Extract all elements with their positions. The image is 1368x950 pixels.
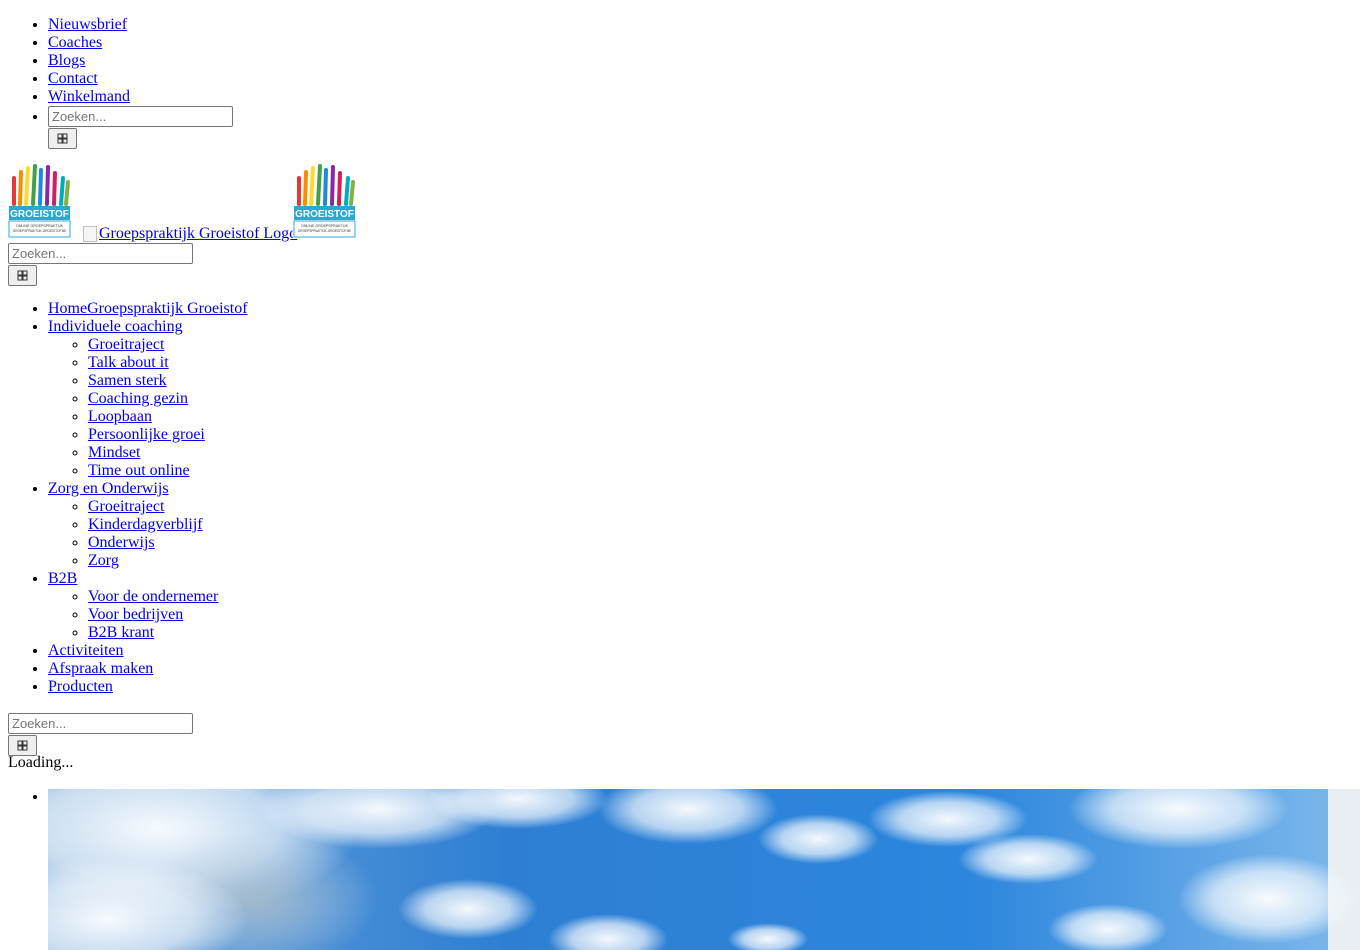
svg-text:ONLINE GROEPSPRAKTIJK: ONLINE GROEPSPRAKTIJK	[301, 224, 349, 228]
submenu-item: Mindset	[88, 444, 648, 462]
coaching-gezin-link[interactable]: Coaching gezin	[88, 390, 188, 408]
svg-text:ONLINE GROEPSPRAKTIJK: ONLINE GROEPSPRAKTIJK	[16, 224, 64, 228]
home-title-label: Groepspraktijk Groeistof	[87, 300, 248, 317]
main-nav-item-zorg-en-onderwijs: Zorg en Onderwijs Groeitraject Kinderdag…	[48, 480, 648, 570]
search-icon	[17, 740, 28, 751]
persoonlijke-groei-link[interactable]: Persoonlijke groei	[88, 426, 205, 444]
svg-text:GROEPSPRAKTIJK-GROEISTOF.BE: GROEPSPRAKTIJK-GROEISTOF.BE	[298, 229, 351, 233]
svg-text:GROEISTOF: GROEISTOF	[295, 209, 354, 220]
submenu-item: Coaching gezin	[88, 390, 648, 408]
top-nav-item-contact: Contact	[48, 70, 648, 88]
nav-search	[8, 713, 193, 756]
submenu-item: Kinderdagverblijf	[88, 516, 648, 534]
top-nav-item-blogs: Blogs	[48, 52, 648, 70]
main-nav-item-b2b: B2B Voor de ondernemer Voor bedrijven B2…	[48, 570, 648, 642]
individuele-coaching-submenu: Groeitraject Talk about it Samen sterk C…	[48, 336, 648, 480]
b2b-link[interactable]: B2B	[48, 570, 77, 588]
top-nav-item-winkelmand: Winkelmand	[48, 88, 648, 106]
nieuwsbrief-link[interactable]: Nieuwsbrief	[48, 16, 127, 33]
submenu-item: Onderwijs	[88, 534, 648, 552]
hero-slider	[48, 789, 1360, 950]
b2b-submenu: Voor de ondernemer Voor bedrijven B2B kr…	[48, 588, 648, 642]
producten-link[interactable]: Producten	[48, 678, 113, 696]
main-nav: HomeGroepspraktijk Groeistof Individuele…	[48, 300, 648, 696]
header-search-input[interactable]	[8, 243, 193, 264]
individuele-coaching-link[interactable]: Individuele coaching	[48, 318, 183, 336]
home-label: Home	[48, 300, 88, 317]
logo-row: GROEISTOF ONLINE GROEPSPRAKTIJK GROEPSPR…	[8, 164, 408, 243]
activiteiten-link[interactable]: Activiteiten	[48, 642, 124, 660]
top-nav-item-coaches: Coaches	[48, 34, 648, 52]
voor-bedrijven-link[interactable]: Voor bedrijven	[88, 606, 183, 624]
zorg-link[interactable]: Zorg	[88, 552, 119, 570]
zorg-en-onderwijs-submenu: Groeitraject Kinderdagverblijf Onderwijs…	[48, 498, 648, 570]
nav-search-input[interactable]	[8, 713, 193, 734]
time-out-online-link[interactable]: Time out online	[88, 462, 190, 480]
mindset-link[interactable]: Mindset	[88, 444, 140, 462]
top-search-button[interactable]	[48, 128, 77, 149]
nav-search-button[interactable]	[8, 735, 37, 756]
afspraak-maken-link[interactable]: Afspraak maken	[48, 660, 153, 678]
header-search-button[interactable]	[8, 265, 37, 286]
submenu-item: Voor bedrijven	[88, 606, 648, 624]
logo-image-link[interactable]: Groepspraktijk Groeistof Logo	[83, 225, 297, 243]
submenu-item: Loopbaan	[88, 408, 648, 426]
header-search	[8, 243, 193, 286]
main-nav-item-producten: Producten	[48, 678, 648, 696]
samen-sterk-link[interactable]: Samen sterk	[88, 372, 167, 390]
submenu-item: Voor de ondernemer	[88, 588, 648, 606]
coaches-link[interactable]: Coaches	[48, 34, 102, 51]
top-search-input[interactable]	[48, 106, 233, 127]
search-icon	[17, 270, 28, 281]
blogs-link[interactable]: Blogs	[48, 52, 85, 69]
submenu-item: Samen sterk	[88, 372, 648, 390]
onderwijs-link[interactable]: Onderwijs	[88, 534, 155, 552]
main-nav-item-afspraak-maken: Afspraak maken	[48, 660, 648, 678]
kinderdagverblijf-link[interactable]: Kinderdagverblijf	[88, 516, 203, 534]
groeistof-logo-icon: GROEISTOF ONLINE GROEPSPRAKTIJK GROEPSPR…	[8, 164, 71, 238]
loopbaan-link[interactable]: Loopbaan	[88, 408, 152, 426]
logo-alt-text: Groepspraktijk Groeistof Logo	[99, 225, 298, 242]
contact-link[interactable]: Contact	[48, 70, 98, 87]
submenu-item: Persoonlijke groei	[88, 426, 648, 444]
submenu-item: Groeitraject	[88, 336, 648, 354]
submenu-item: B2B krant	[88, 624, 648, 642]
b2b-krant-link[interactable]: B2B krant	[88, 624, 154, 642]
svg-text:GROEPSPRAKTIJK-GROEISTOF.BE: GROEPSPRAKTIJK-GROEISTOF.BE	[13, 229, 66, 233]
winkelmand-link[interactable]: Winkelmand	[48, 88, 130, 105]
zorg-en-onderwijs-link[interactable]: Zorg en Onderwijs	[48, 480, 169, 498]
search-icon	[57, 133, 68, 144]
home-link[interactable]: HomeGroepspraktijk Groeistof	[48, 300, 248, 318]
submenu-item: Zorg	[88, 552, 648, 570]
top-nav: Nieuwsbrief Coaches Blogs Contact Winkel…	[48, 16, 648, 149]
submenu-item: Time out online	[88, 462, 648, 480]
top-nav-item-nieuwsbrief: Nieuwsbrief	[48, 16, 648, 34]
voor-de-ondernemer-link[interactable]: Voor de ondernemer	[88, 588, 218, 606]
loading-text: Loading...	[8, 754, 74, 771]
svg-text:GROEISTOF: GROEISTOF	[10, 209, 69, 220]
top-nav-item-search	[48, 106, 648, 149]
submenu-item: Groeitraject	[88, 498, 648, 516]
broken-image-icon	[83, 226, 97, 242]
groeitraject-link[interactable]: Groeitraject	[88, 336, 164, 354]
main-nav-item-home: HomeGroepspraktijk Groeistof	[48, 300, 648, 318]
talk-about-it-link[interactable]: Talk about it	[88, 354, 169, 372]
main-nav-item-individuele-coaching: Individuele coaching Groeitraject Talk a…	[48, 318, 648, 480]
sky-clouds-image	[48, 789, 1360, 950]
submenu-item: Talk about it	[88, 354, 648, 372]
groeitraject-zorg-link[interactable]: Groeitraject	[88, 498, 164, 516]
main-nav-item-activiteiten: Activiteiten	[48, 642, 648, 660]
groeistof-logo-icon: GROEISTOF ONLINE GROEPSPRAKTIJK GROEPSPR…	[293, 164, 356, 238]
